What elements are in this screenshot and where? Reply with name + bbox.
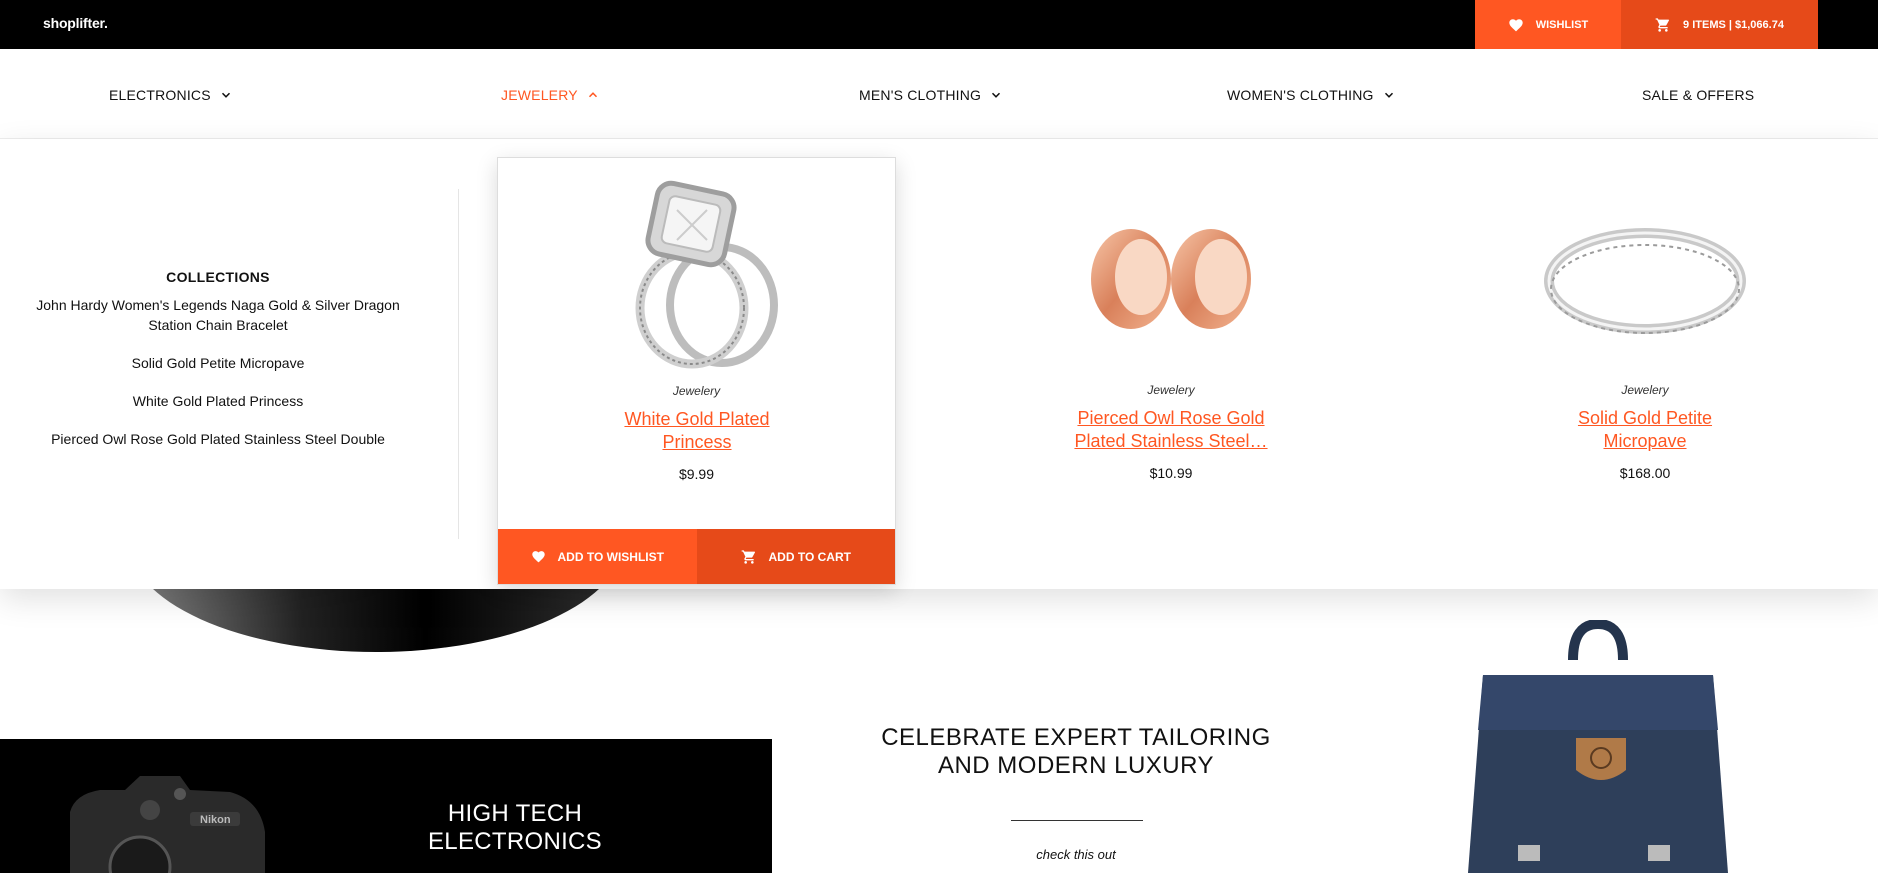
collection-link[interactable]: Solid Gold Petite Micropave [18, 353, 418, 373]
backpack-image [1468, 620, 1728, 873]
product-card-hovered[interactable]: Jewelery White Gold Plated Princess $9.9… [497, 157, 896, 585]
main-nav: ELECTRONICS JEWELERY MEN'S CLOTHING WOME… [0, 49, 1878, 139]
collection-link[interactable]: John Hardy Women's Legends Naga Gold & S… [18, 295, 418, 335]
product-card[interactable]: Jewelery Solid Gold Petite Micropave $16… [1495, 219, 1795, 481]
chevron-down-icon [992, 92, 1001, 98]
heart-icon [1509, 18, 1523, 31]
tailoring-heading: CELEBRATE EXPERT TAILORING AND MODERN LU… [881, 724, 1271, 779]
wishlist-label: WISHLIST [1535, 18, 1589, 31]
add-to-cart-button[interactable]: ADD TO CART [696, 529, 895, 584]
product-price: $9.99 [678, 466, 715, 482]
product-name-link[interactable]: Solid Gold Petite Micropave [1565, 407, 1725, 453]
add-to-cart-label: ADD TO CART [768, 549, 851, 564]
jewelery-mega-menu: COLLECTIONS John Hardy Women's Legends N… [0, 139, 1878, 589]
product-card-actions: ADD TO WISHLIST ADD TO CART [498, 529, 895, 584]
product-price: $168.00 [1619, 465, 1671, 481]
collections-list: COLLECTIONS John Hardy Women's Legends N… [0, 269, 436, 467]
heart-icon [531, 551, 545, 563]
nav-item-label: JEWELERY [501, 87, 578, 103]
chevron-down-icon [221, 92, 230, 98]
diamond-ring-image [635, 180, 778, 369]
product-price: $10.99 [1149, 465, 1193, 481]
product-name-link[interactable]: Pierced Owl Rose Gold Plated Stainless S… [1071, 407, 1271, 453]
rose-gold-tunnels-image [1091, 229, 1251, 329]
add-to-wishlist-button[interactable]: ADD TO WISHLIST [498, 529, 697, 584]
nav-item-sale-offers[interactable]: SALE & OFFERS [1642, 87, 1754, 103]
nav-item-label: WOMEN'S CLOTHING [1227, 87, 1374, 103]
collections-title: COLLECTIONS [166, 269, 270, 285]
product-card[interactable]: Jewelery Pierced Owl Rose Gold Plated St… [1021, 219, 1321, 481]
add-to-wishlist-label: ADD TO WISHLIST [557, 549, 664, 564]
svg-text:Nikon: Nikon [200, 814, 231, 826]
product-category: Jewelery [672, 384, 721, 398]
nav-item-electronics[interactable]: ELECTRONICS [109, 87, 233, 103]
menu-divider [458, 189, 459, 539]
collection-link[interactable]: White Gold Plated Princess [18, 391, 418, 411]
product-category: Jewelery [1621, 383, 1669, 397]
nav-item-label: ELECTRONICS [109, 87, 211, 103]
product-name-link[interactable]: White Gold Plated Princess [617, 408, 777, 454]
nav-item-label: SALE & OFFERS [1642, 87, 1755, 103]
chevron-down-icon [1384, 92, 1393, 98]
silver-band-ring-image [1544, 228, 1746, 334]
camera-image: Nikon [70, 776, 265, 873]
nav-item-label: MEN'S CLOTHING [859, 87, 982, 103]
cart-icon [1655, 17, 1670, 32]
heading-divider [1011, 820, 1143, 821]
nav-item-womens-clothing[interactable]: WOMEN'S CLOTHING [1227, 87, 1396, 103]
wishlist-button[interactable]: WISHLIST [1475, 0, 1621, 49]
product-category: Jewelery [1147, 383, 1195, 397]
nav-item-mens-clothing[interactable]: MEN'S CLOTHING [859, 87, 1003, 103]
collection-link[interactable]: Pierced Owl Rose Gold Plated Stainless S… [18, 429, 418, 449]
cart-summary: 9 ITEMS | $1,066.74 [1683, 18, 1784, 31]
cart-button[interactable]: 9 ITEMS | $1,066.74 [1621, 0, 1818, 49]
cart-icon [741, 549, 755, 564]
tailoring-link[interactable]: check this out [976, 847, 1176, 862]
nav-item-jewelery[interactable]: JEWELERY [501, 87, 600, 103]
electronics-banner-title: HIGH TECH ELECTRONICS [428, 800, 602, 855]
brand-logo[interactable]: shoplifter. [43, 15, 108, 31]
top-bar: shoplifter. WISHLIST 9 ITEMS | $1,066.74 [0, 0, 1878, 49]
chevron-up-icon [588, 92, 597, 98]
